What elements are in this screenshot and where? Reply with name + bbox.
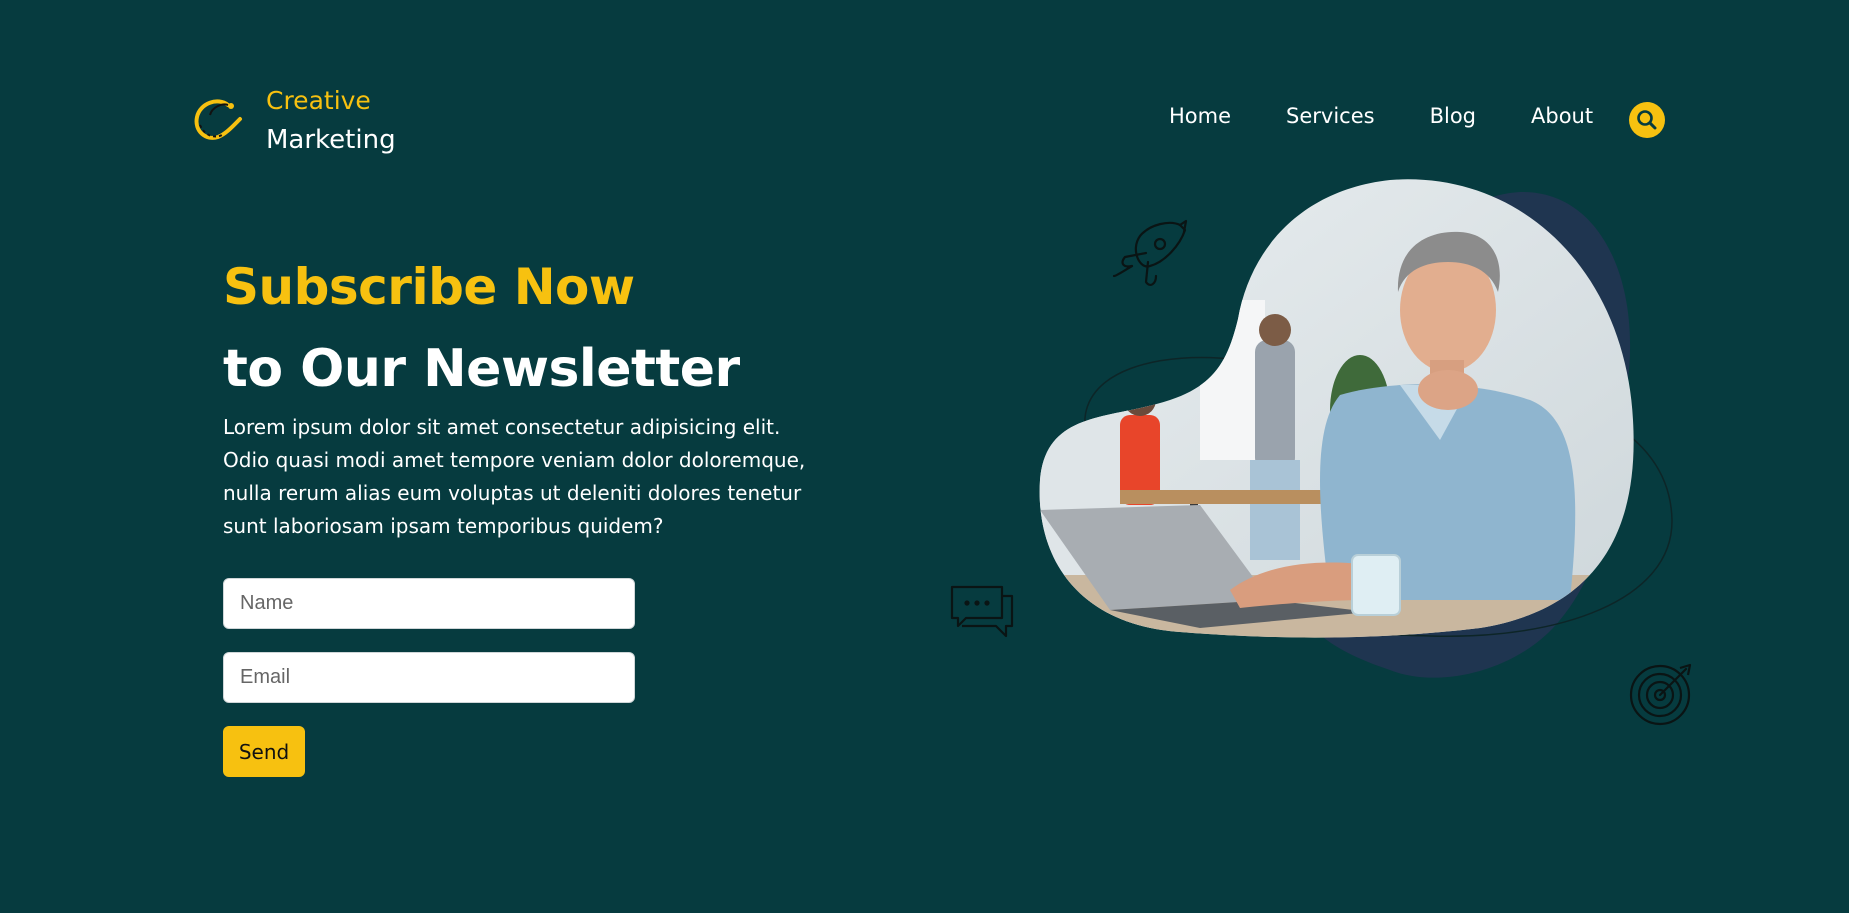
rocket-icon bbox=[1112, 219, 1188, 286]
main-nav: Home Services Blog About bbox=[1169, 104, 1648, 128]
search-button[interactable] bbox=[1629, 102, 1665, 138]
hero-illustration bbox=[950, 179, 1692, 726]
hero-description: Lorem ipsum dolor sit amet consectetur a… bbox=[223, 415, 806, 538]
send-button[interactable]: Send bbox=[223, 726, 305, 777]
man-at-laptop-photo bbox=[1039, 179, 1634, 638]
target-icon bbox=[1629, 663, 1692, 726]
brand-logo[interactable]: Creative Marketing bbox=[188, 82, 396, 160]
email-input[interactable] bbox=[223, 652, 635, 703]
chat-bubbles-icon bbox=[950, 585, 1014, 638]
c-logo-icon bbox=[194, 99, 242, 140]
subscribe-form: Send bbox=[223, 578, 843, 777]
search-icon bbox=[1637, 110, 1657, 130]
nav-link-home[interactable]: Home bbox=[1169, 104, 1231, 128]
nav-link-blog[interactable]: Blog bbox=[1430, 104, 1476, 128]
hero-title-line2: to Our Newsletter bbox=[223, 339, 740, 399]
brand-name-line1: Creative bbox=[266, 86, 371, 115]
nav-link-about[interactable]: About bbox=[1531, 104, 1593, 128]
hero-title-line1: Subscribe Now bbox=[223, 258, 635, 316]
nav-link-services[interactable]: Services bbox=[1286, 104, 1375, 128]
name-input[interactable] bbox=[223, 578, 635, 629]
brand-name-line2: Marketing bbox=[266, 125, 396, 155]
newsletter-section: Subscribe Now to Our Newsletter Lorem ip… bbox=[223, 255, 843, 777]
